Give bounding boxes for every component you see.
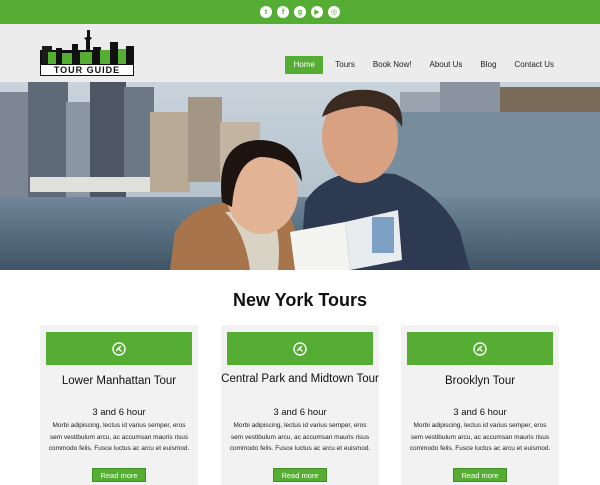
link-icon [293, 341, 307, 356]
nav-home[interactable]: Home [285, 56, 324, 74]
social-bar: t f g ▶ ◎ [0, 0, 600, 24]
link-icon [473, 341, 487, 356]
tour-card: Central Park and Midtown Tour 3 and 6 ho… [221, 325, 379, 485]
tour-card: Lower Manhattan Tour 3 and 6 hour Morbi … [40, 325, 198, 485]
nav-book-now[interactable]: Book Now! [367, 56, 418, 74]
nav-about-us[interactable]: About Us [424, 56, 469, 74]
google-plus-icon[interactable]: g [294, 6, 306, 18]
tour-card: Brooklyn Tour 3 and 6 hour Morbi adipisc… [401, 325, 559, 485]
card-duration: 3 and 6 hour [273, 407, 327, 418]
card-banner [46, 332, 192, 365]
card-duration: 3 and 6 hour [453, 407, 507, 418]
card-title: Brooklyn Tour [444, 375, 516, 387]
nav-contact-us[interactable]: Contact Us [508, 56, 560, 74]
logo-text[interactable]: TOUR GUIDE [40, 64, 134, 76]
facebook-icon[interactable]: f [277, 6, 289, 18]
main-nav: Home Tours Book Now! About Us Blog Conta… [285, 56, 560, 74]
card-title: Central Park and Midtown Tour [221, 373, 379, 385]
site-header: TOUR GUIDE Home Tours Book Now! About Us… [0, 24, 600, 82]
card-duration: 3 and 6 hour [92, 407, 146, 418]
card-description: Morbi adipiscing, lectus id varius sempe… [409, 422, 551, 452]
youtube-icon[interactable]: ▶ [311, 6, 323, 18]
card-banner [227, 332, 373, 365]
card-title: Lower Manhattan Tour [61, 375, 177, 387]
card-description: Morbi adipiscing, lectus id varius sempe… [48, 422, 190, 452]
link-icon [112, 341, 126, 356]
card-description: Morbi adipiscing, lectus id varius sempe… [229, 422, 371, 452]
twitter-icon[interactable]: t [260, 6, 272, 18]
hero-image [0, 82, 600, 270]
nav-tours[interactable]: Tours [329, 56, 361, 74]
instagram-icon[interactable]: ◎ [328, 6, 340, 18]
section-title: New York Tours [232, 290, 368, 310]
nav-blog[interactable]: Blog [474, 56, 502, 74]
card-banner [407, 332, 553, 365]
